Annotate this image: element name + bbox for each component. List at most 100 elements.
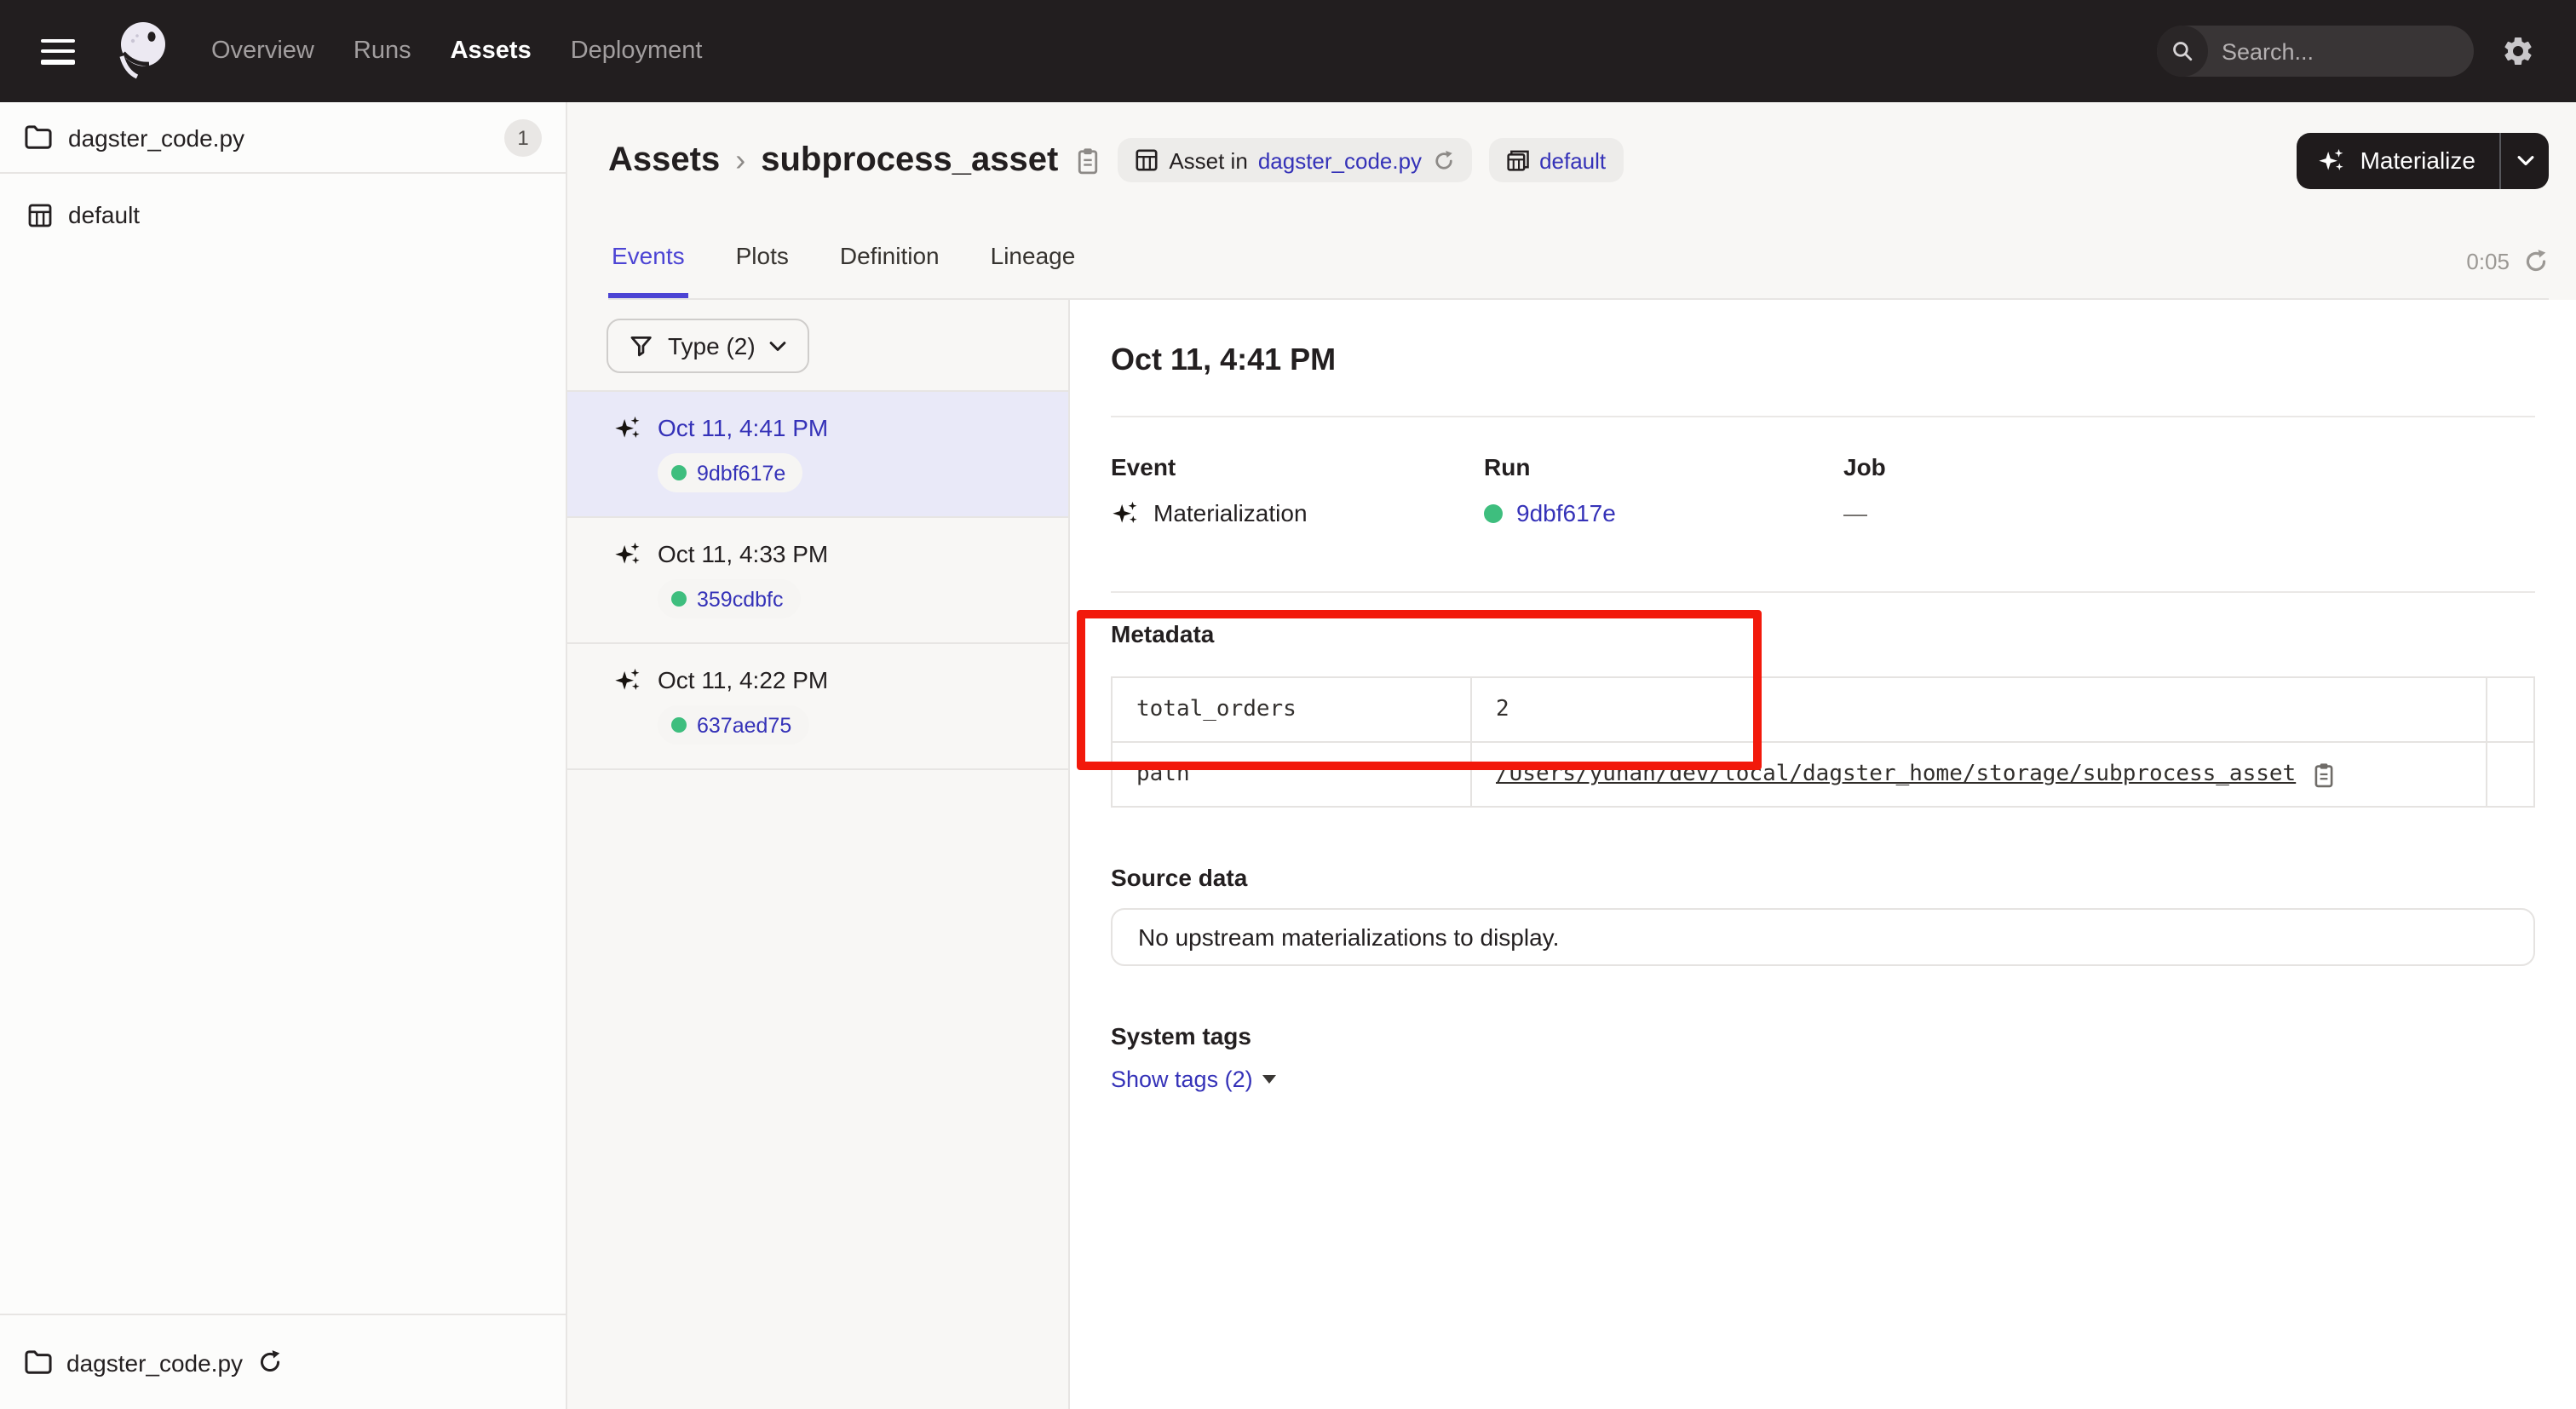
search-input[interactable] (2208, 38, 2474, 64)
sidebar-item-label: default (68, 201, 140, 228)
run-status-dot (671, 717, 687, 733)
event-timestamp-link[interactable]: Oct 11, 4:33 PM (658, 540, 828, 567)
asset-group-icon (27, 202, 53, 227)
sidebar-item-label: dagster_code.py (68, 124, 244, 151)
breadcrumb-assets-link[interactable]: Assets (608, 141, 720, 180)
materialize-dropdown-caret-icon[interactable] (2501, 132, 2549, 188)
asset-count-badge: 1 (504, 118, 542, 156)
metadata-path-link[interactable]: /Users/yuhan/dev/local/dagster_home/stor… (1496, 762, 2296, 787)
sidebar-footer-label: dagster_code.py (66, 1349, 243, 1376)
job-column-label: Job (1843, 453, 2535, 482)
type-filter-button[interactable]: Type (2) (607, 319, 810, 373)
source-data-heading: Source data (1111, 862, 2535, 893)
type-filter-label: Type (2) (668, 332, 756, 359)
run-id-pill[interactable]: 637aed75 (658, 705, 808, 745)
event-summary-columns: Event Materialization Run (1111, 453, 2535, 528)
materialization-sparkle-icon (1111, 499, 1140, 526)
show-tags-label: Show tags (2) (1111, 1067, 1253, 1092)
caret-down-icon (1263, 1075, 1277, 1084)
asset-location-link[interactable]: dagster_code.py (1258, 147, 1422, 173)
primary-nav: Overview Runs Assets Deployment (211, 37, 702, 65)
event-detail-title: Oct 11, 4:41 PM (1111, 341, 2535, 378)
event-list-item[interactable]: Oct 11, 4:33 PM 359cdbfc (567, 518, 1068, 644)
table-row: total_orders 2 (1112, 677, 2534, 742)
refresh-timer: 0:05 (2466, 249, 2549, 298)
dagster-logo-icon[interactable] (109, 17, 174, 85)
repo-icon (1505, 148, 1529, 172)
event-timestamp-link[interactable]: Oct 11, 4:22 PM (658, 666, 828, 693)
sidebar-item-default-group[interactable]: default (0, 191, 566, 239)
page-title: subprocess_asset (761, 141, 1058, 180)
materialize-split-button: Materialize (2297, 132, 2549, 188)
event-column-label: Event (1111, 453, 1484, 482)
asset-location-pill: Asset in dagster_code.py (1118, 138, 1471, 182)
metadata-heading: Metadata (1111, 618, 2535, 649)
metadata-extra-cell (2487, 677, 2534, 742)
search-box[interactable]: / (2157, 26, 2474, 77)
events-list-panel: Type (2) Oct 11, 4:41 PM (567, 300, 1070, 1409)
run-id-link[interactable]: 9dbf617e (1516, 497, 1616, 528)
refresh-icon[interactable] (2523, 249, 2549, 274)
run-id-pill[interactable]: 9dbf617e (658, 453, 802, 492)
event-type-value: Materialization (1153, 497, 1308, 528)
nav-overview[interactable]: Overview (211, 37, 314, 65)
metadata-extra-cell (2487, 742, 2534, 807)
dagster-app: Overview Runs Assets Deployment / dagste… (0, 0, 2576, 1409)
run-status-dot (671, 465, 687, 480)
repo-pill: default (1488, 138, 1623, 182)
code-location-sidebar: dagster_code.py 1 default dagster_code.p… (0, 102, 567, 1409)
reload-location-icon[interactable] (1432, 149, 1454, 171)
metadata-key: path (1112, 742, 1471, 807)
materialization-sparkle-icon (613, 540, 642, 567)
event-list-item[interactable]: Oct 11, 4:22 PM 637aed75 (567, 644, 1068, 770)
asset-tabs: Events Plots Definition Lineage 0:05 (608, 228, 2549, 300)
nav-runs[interactable]: Runs (354, 37, 411, 65)
sidebar-item-code-location[interactable]: dagster_code.py 1 (0, 102, 566, 174)
metadata-value: 2 (1471, 677, 2487, 742)
breadcrumb: Assets › subprocess_asset (608, 141, 1058, 180)
breadcrumb-separator: › (735, 142, 745, 178)
nav-assets[interactable]: Assets (451, 37, 532, 65)
tab-definition[interactable]: Definition (837, 242, 943, 298)
show-tags-toggle[interactable]: Show tags (2) (1111, 1067, 1277, 1092)
table-row: path /Users/yuhan/dev/local/dagster_home… (1112, 742, 2534, 807)
event-detail-panel: Oct 11, 4:41 PM Event Materialization (1070, 300, 2576, 1409)
event-timestamp-link[interactable]: Oct 11, 4:41 PM (658, 414, 828, 441)
materialization-sparkle-icon (613, 666, 642, 693)
search-icon (2157, 26, 2208, 77)
tab-lineage[interactable]: Lineage (987, 242, 1079, 298)
hamburger-menu-icon[interactable] (41, 38, 75, 64)
run-id-label: 637aed75 (697, 713, 791, 737)
materialization-sparkle-icon (2318, 147, 2347, 174)
reload-icon[interactable] (256, 1349, 282, 1375)
metadata-key: total_orders (1112, 677, 1471, 742)
copy-path-icon[interactable] (2311, 761, 2335, 788)
event-list-item[interactable]: Oct 11, 4:41 PM 9dbf617e (567, 392, 1068, 518)
source-data-empty-box: No upstream materializations to display. (1111, 908, 2535, 966)
copy-asset-name-icon[interactable] (1075, 146, 1101, 175)
run-status-dot (1484, 503, 1503, 522)
chevron-down-icon (769, 340, 788, 352)
metadata-table: total_orders 2 path /Users/yuhan/dev/loc… (1111, 676, 2535, 808)
folder-icon (24, 1349, 53, 1375)
source-data-empty-message: No upstream materializations to display. (1138, 923, 1559, 951)
repo-link[interactable]: default (1539, 147, 1606, 173)
gear-icon[interactable] (2501, 34, 2535, 68)
asset-page-header: Assets › subprocess_asset Asset in dagst… (567, 102, 2576, 300)
run-column-label: Run (1484, 453, 1843, 482)
metadata-value: /Users/yuhan/dev/local/dagster_home/stor… (1471, 742, 2487, 807)
materialization-sparkle-icon (613, 414, 642, 441)
tab-events[interactable]: Events (608, 242, 688, 298)
sidebar-footer-code-location[interactable]: dagster_code.py (0, 1314, 566, 1409)
run-id-label: 9dbf617e (697, 461, 785, 485)
asset-icon (1135, 148, 1159, 172)
folder-icon (24, 124, 53, 150)
refresh-countdown: 0:05 (2466, 249, 2510, 274)
run-id-pill[interactable]: 359cdbfc (658, 579, 800, 618)
top-nav: Overview Runs Assets Deployment / (0, 0, 2576, 102)
job-value: — (1843, 497, 1867, 528)
nav-deployment[interactable]: Deployment (571, 37, 703, 65)
tab-plots[interactable]: Plots (733, 242, 792, 298)
run-status-dot (671, 591, 687, 607)
materialize-button[interactable]: Materialize (2297, 132, 2499, 188)
